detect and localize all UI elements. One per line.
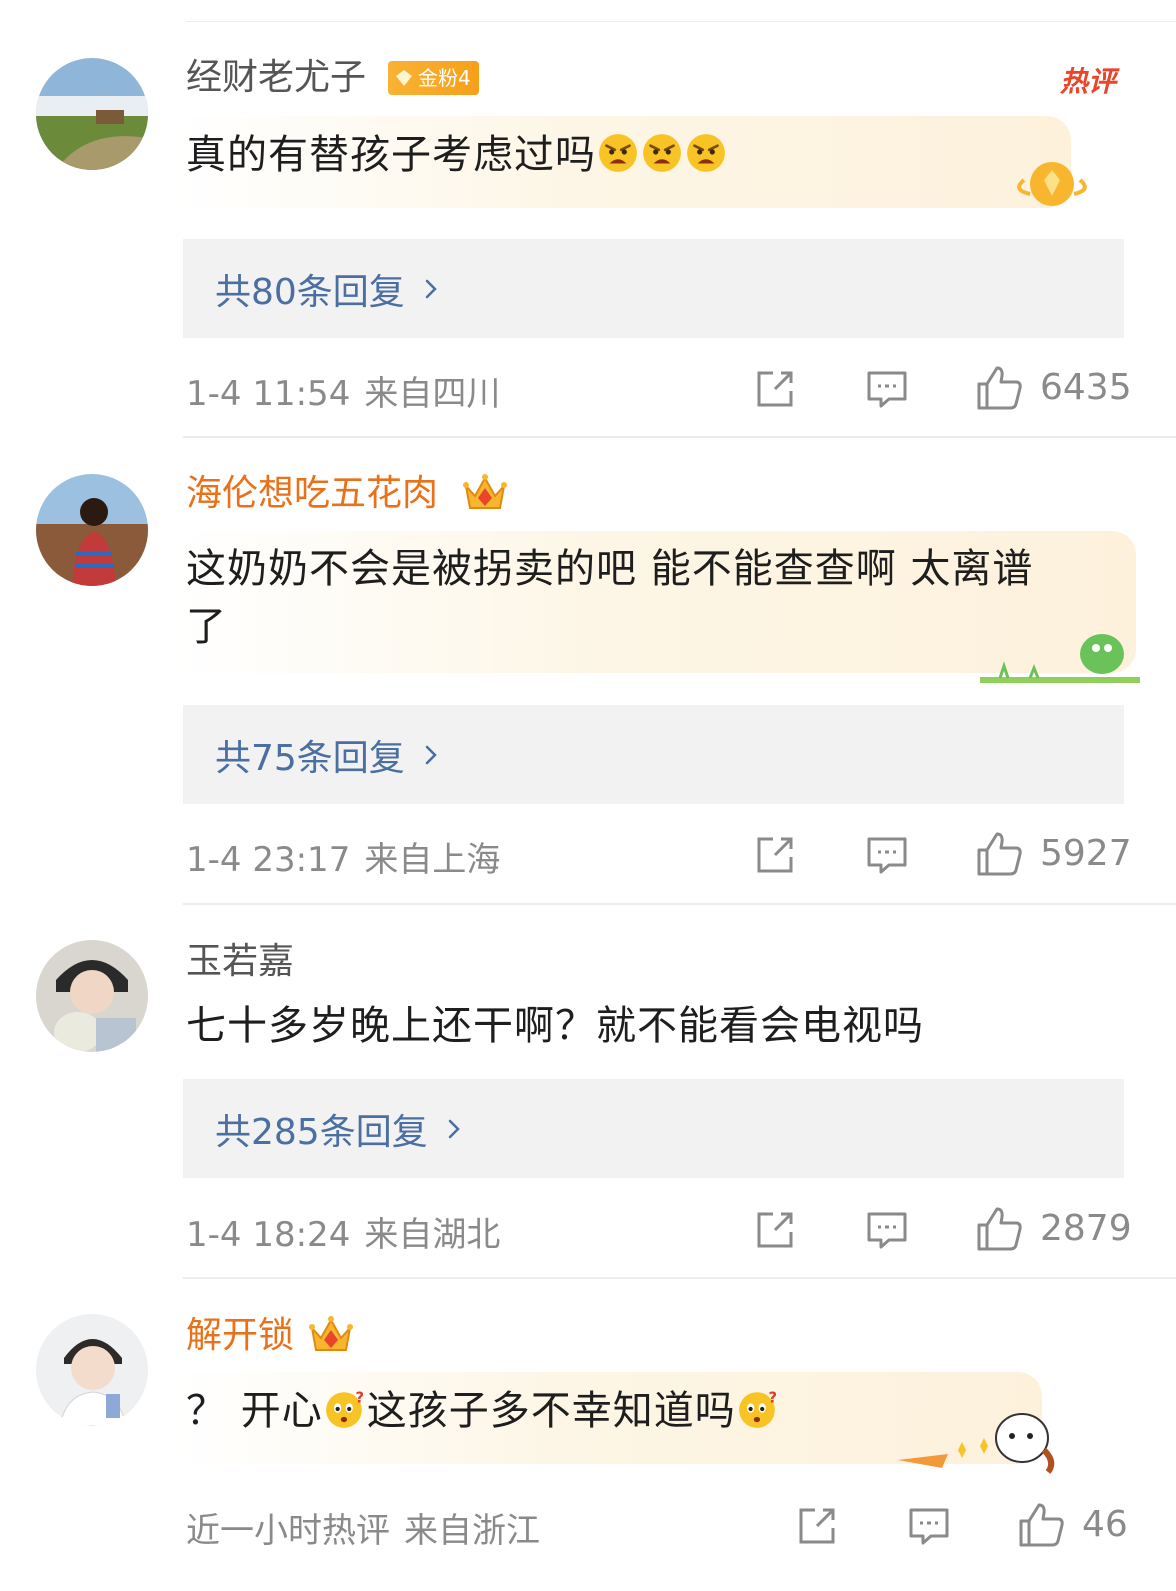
- angry-face-icon: [597, 132, 639, 174]
- wondering-face-icon: [737, 1388, 779, 1430]
- comment-meta: 1-4 23:17 来自上海: [186, 832, 500, 881]
- like-count: 5927: [1040, 833, 1132, 874]
- comment-meta: 近一小时热评 来自浙江: [186, 1503, 540, 1552]
- gold-medal-decoration: [1017, 162, 1087, 206]
- comment-icon[interactable]: [865, 367, 909, 411]
- comment-text-line: 这奶奶不会是被拐卖的吧 能不能查查啊 太离谱: [186, 546, 1034, 592]
- like-count: 6435: [1040, 367, 1132, 408]
- comment-meta: 1-4 18:24 来自湖北: [186, 1207, 500, 1256]
- avatar[interactable]: [36, 940, 148, 1052]
- like-icon[interactable]: [975, 364, 1023, 412]
- comment-text: ？ 开心 这孩子多不幸知道吗: [186, 1382, 780, 1440]
- comment-icon[interactable]: [907, 1504, 951, 1548]
- comment-location: 来自四川: [364, 374, 501, 414]
- comment-icon[interactable]: [865, 1208, 909, 1252]
- replies-link[interactable]: 共80条回复: [183, 239, 1124, 338]
- comment-time: 近一小时热评: [186, 1511, 390, 1551]
- like-icon[interactable]: [975, 1205, 1023, 1253]
- like-count: 46: [1082, 1504, 1128, 1545]
- replies-count: 共75条回复: [215, 737, 405, 779]
- like-icon[interactable]: [1017, 1501, 1065, 1549]
- comment-time: 1-4 11:54: [186, 374, 351, 414]
- share-icon[interactable]: [795, 1504, 839, 1548]
- comment-time: 1-4 23:17: [186, 840, 351, 880]
- username[interactable]: 经财老尤子: [186, 56, 366, 100]
- gem-icon: [396, 70, 412, 86]
- divider: [183, 903, 1176, 905]
- replies-link[interactable]: 共75条回复: [183, 705, 1124, 804]
- share-icon[interactable]: [753, 1208, 797, 1252]
- comment-location: 来自上海: [364, 840, 501, 880]
- username[interactable]: 解开锁: [186, 1314, 294, 1358]
- angry-face-icon: [685, 132, 727, 174]
- comment-icon[interactable]: [865, 833, 909, 877]
- share-icon[interactable]: [753, 833, 797, 877]
- divider: [183, 1277, 1176, 1279]
- comment-text: 真的有替孩子考虑过吗: [186, 126, 728, 184]
- hot-comment-tag: 热评: [1059, 65, 1116, 98]
- wondering-face-icon: [324, 1388, 366, 1430]
- avatar[interactable]: [36, 1314, 148, 1426]
- comment-time: 1-4 18:24: [186, 1215, 351, 1255]
- panda-decoration: [898, 1413, 1055, 1474]
- comment-location: 来自浙江: [404, 1511, 540, 1551]
- comment-meta: 1-4 11:54 来自四川: [186, 366, 500, 415]
- username[interactable]: 海伦想吃五花肉: [186, 472, 438, 516]
- fan-badge[interactable]: 金粉4: [388, 61, 479, 95]
- angry-face-icon: [641, 132, 683, 174]
- comment-text-content: ？ 开心: [186, 1388, 323, 1434]
- like-icon[interactable]: [975, 830, 1023, 878]
- replies-count: 共285条回复: [215, 1111, 428, 1153]
- comment-text-line: 了: [186, 604, 227, 650]
- replies-link[interactable]: 共285条回复: [183, 1079, 1124, 1178]
- chevron-right-icon: [444, 1119, 464, 1139]
- top-divider: [186, 21, 1176, 22]
- fan-badge-label: 金粉4: [418, 66, 471, 90]
- replies-count: 共80条回复: [215, 271, 405, 313]
- like-count: 2879: [1040, 1208, 1132, 1249]
- chevron-right-icon: [421, 279, 441, 299]
- comment-text: 七十多岁晚上还干啊？就不能看会电视吗: [186, 1003, 924, 1049]
- comment-text: 这奶奶不会是被拐卖的吧 能不能查查啊 太离谱 了: [186, 540, 1033, 656]
- chevron-right-icon: [421, 745, 441, 765]
- avatar[interactable]: [36, 474, 148, 586]
- comment-text-content: 这孩子多不幸知道吗: [366, 1388, 736, 1434]
- divider: [183, 436, 1176, 438]
- crown-icon: [308, 1314, 354, 1356]
- avatar[interactable]: [36, 58, 148, 170]
- username[interactable]: 玉若嘉: [186, 940, 294, 984]
- crown-icon: [462, 472, 508, 514]
- comment-location: 来自湖北: [364, 1215, 501, 1255]
- share-icon[interactable]: [753, 367, 797, 411]
- comment-text-content: 真的有替孩子考虑过吗: [186, 132, 596, 178]
